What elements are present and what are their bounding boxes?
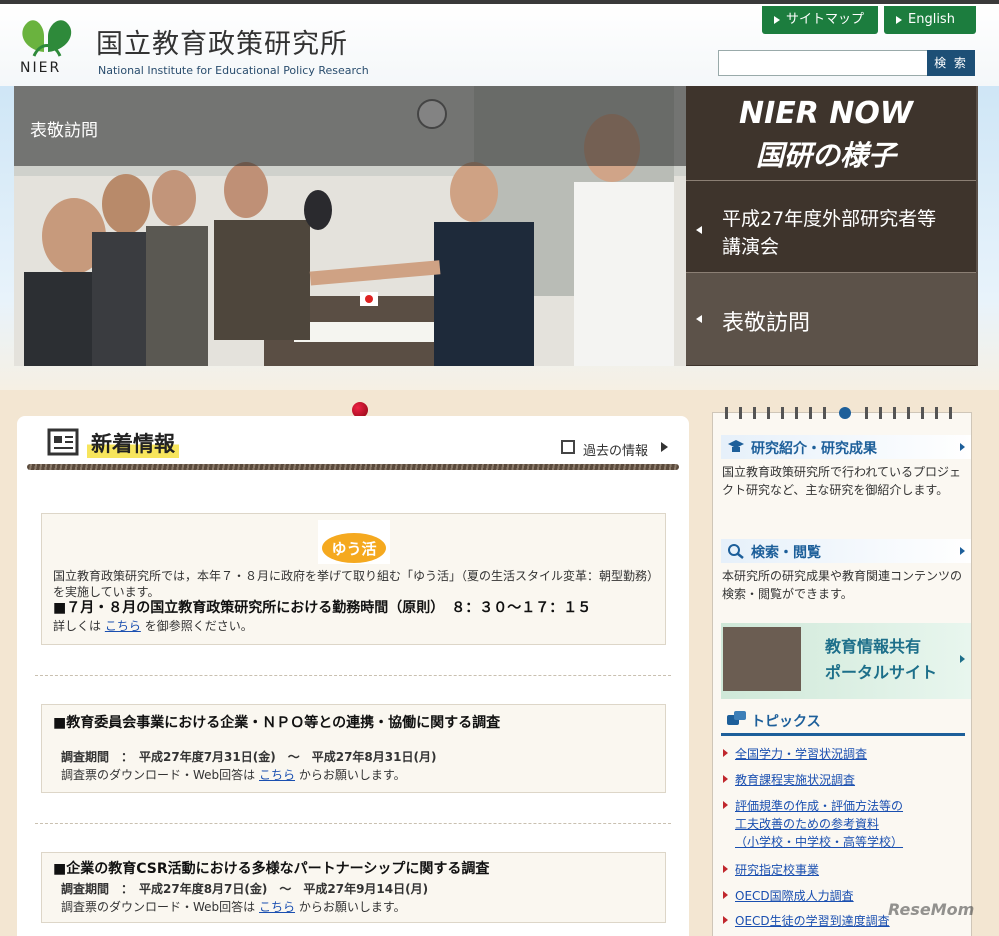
divider — [721, 733, 965, 736]
search-description: 本研究所の研究成果や教育関連コンテンツの検索・閲覧ができます。 — [722, 569, 963, 601]
news-item-text: 国立教育政策研究所では，本年７・８月に政府を挙げて取り組む「ゆう活」（夏の生活ス… — [53, 569, 654, 599]
triangle-left-icon — [696, 226, 702, 234]
triangle-right-icon — [896, 16, 902, 24]
yukatsu-badge[interactable]: ゆう活 — [318, 520, 390, 564]
topics-title: トピックス — [751, 714, 821, 730]
detail-link[interactable]: こちら — [259, 768, 295, 782]
notebook-rings — [725, 407, 952, 419]
research-description: 国立教育政策研究所で行われているプロジェクト研究など、主な研究を御紹介します。 — [722, 465, 962, 497]
english-button[interactable]: English — [884, 6, 976, 34]
detail-prefix: 調査票のダウンロード・Web回答は — [61, 768, 256, 782]
triangle-right-icon — [723, 801, 728, 809]
past-news-label: 過去の情報 — [583, 444, 649, 459]
hero-caption-bar: 表敬訪問 — [14, 86, 686, 166]
news-item-headline: ■７月・８月の国立教育政策研究所における勤務時間（原則） ８：３０～１７：１５ — [53, 600, 592, 616]
topic-link[interactable]: 工夫改善のための参考資料 — [735, 815, 879, 833]
sitemap-label: サイトマップ — [786, 12, 865, 27]
news-panel: 新着情報 過去の情報 ゆう活 国立教育政策研究所では，本年７・８月に政府を挙げて… — [17, 416, 689, 936]
search-button[interactable]: 検 索 — [927, 50, 975, 76]
topic-link[interactable]: （小学校・中学校・高等学校） — [735, 833, 903, 851]
survey-period: 調査期間 ： 平成27年度8月7日(金) ～ 平成27年9月14日(月) — [61, 882, 429, 896]
nier-logo-icon[interactable] — [14, 12, 80, 64]
detail-suffix: からお願いします。 — [298, 768, 406, 782]
search-title: 検索・閲覧 — [751, 545, 821, 561]
hero-caption: 表敬訪問 — [30, 121, 98, 141]
triangle-right-icon — [723, 916, 728, 924]
triangle-right-icon — [723, 891, 728, 899]
detail-link[interactable]: こちら — [105, 619, 141, 633]
research-section-link[interactable]: 研究紹介・研究成果 — [721, 435, 971, 459]
news-item-detail: 調査票のダウンロード・Web回答は こちら からお願いします。 — [61, 899, 406, 915]
divider — [686, 180, 976, 181]
detail-suffix: からお願いします。 — [298, 900, 406, 914]
header: NIER 国立教育政策研究所 National Institute for Ed… — [0, 4, 999, 86]
triangle-right-icon — [960, 443, 965, 451]
watermark: ReseMom — [888, 900, 975, 919]
topic-link[interactable]: 評価規準の作成・評価方法等の — [735, 797, 903, 815]
site-title[interactable]: 国立教育政策研究所 — [96, 22, 348, 61]
nier-now-item-label: 平成27年度外部研究者等 — [722, 208, 937, 230]
sidebar: 研究紹介・研究成果 国立教育政策研究所で行われているプロジェクト研究など、主な研… — [712, 407, 972, 936]
divider — [35, 675, 671, 676]
divider — [35, 823, 671, 824]
triangle-right-icon — [723, 749, 728, 757]
survey-period: 調査期間 ： 平成27年度7月31日(金) ～ 平成27年8月31日(月) — [61, 750, 437, 764]
detail-suffix: を御参照ください。 — [144, 619, 253, 633]
search-input[interactable] — [718, 50, 927, 76]
site-subtitle: National Institute for Educational Polic… — [98, 64, 369, 77]
sitemap-button[interactable]: サイトマップ — [762, 6, 878, 34]
detail-prefix: 詳しくは — [53, 619, 102, 633]
archive-icon — [561, 440, 575, 454]
nier-now-subtitle: 国研の様子 — [755, 139, 896, 172]
triangle-right-icon — [960, 655, 965, 663]
triangle-right-icon — [723, 865, 728, 873]
triangle-right-icon — [723, 775, 728, 783]
portal-title-line2: ポータルサイト — [825, 663, 938, 682]
nier-now-item-label: 講演会 — [722, 236, 780, 258]
chat-bubbles-icon — [727, 711, 746, 725]
divider — [27, 464, 679, 470]
news-item: ゆう活 国立教育政策研究所では，本年７・８月に政府を挙げて取り組む「ゆう活」（夏… — [41, 513, 666, 645]
graduation-cap-icon — [728, 440, 744, 452]
search-section-link[interactable]: 検索・閲覧 — [721, 539, 971, 563]
yukatsu-label: ゆう活 — [331, 540, 376, 558]
nier-now-item-label: 表敬訪問 — [722, 311, 811, 336]
logo-text: NIER — [20, 60, 62, 76]
nier-now-panel: NIER NOW 国研の様子 平成27年度外部研究者等 講演会 表敬訪問 — [686, 86, 978, 366]
news-item-detail: 調査票のダウンロード・Web回答は こちら からお願いします。 — [61, 767, 406, 783]
topic-link[interactable]: OECD生徒の学習到達度調査 — [735, 912, 890, 930]
education-portal-banner[interactable]: 教育情報共有 ポータルサイト — [721, 623, 971, 699]
detail-link[interactable]: こちら — [259, 900, 295, 914]
portal-photo — [723, 627, 801, 691]
magnifier-icon — [728, 544, 744, 559]
portal-title-line1: 教育情報共有 — [825, 637, 922, 656]
research-title: 研究紹介・研究成果 — [751, 441, 877, 457]
triangle-right-icon — [661, 442, 668, 452]
nier-now-item-visit[interactable]: 表敬訪問 — [686, 273, 976, 365]
triangle-right-icon — [774, 16, 780, 24]
triangle-right-icon — [960, 547, 965, 555]
news-heading: 新着情報 — [87, 428, 179, 458]
topic-link[interactable]: OECD国際成人力調査 — [735, 887, 854, 905]
news-item: ■企業の教育CSR活動における多様なパートナーシップに関する調査 調査期間 ： … — [41, 852, 666, 923]
english-label: English — [908, 12, 955, 27]
news-item: ■教育委員会事業における企業・ＮＰＯ等との連携・協働に関する調査 調査期間 ： … — [41, 704, 666, 793]
topic-link[interactable]: 研究指定校事業 — [735, 861, 819, 879]
triangle-left-icon — [696, 315, 702, 323]
news-item-headline: ■教育委員会事業における企業・ＮＰＯ等との連携・協働に関する調査 — [53, 715, 501, 731]
detail-prefix: 調査票のダウンロード・Web回答は — [61, 900, 256, 914]
news-item-headline: ■企業の教育CSR活動における多様なパートナーシップに関する調査 — [53, 861, 490, 877]
hero-image[interactable]: 表敬訪問 — [14, 86, 686, 366]
topic-link[interactable]: 全国学力・学習状況調査 — [735, 745, 867, 763]
news-item-detail: 詳しくは こちら を御参照ください。 — [53, 618, 253, 634]
topic-link[interactable]: 教育課程実施状況調査 — [735, 771, 855, 789]
nier-now-title: NIER NOW — [738, 96, 913, 131]
